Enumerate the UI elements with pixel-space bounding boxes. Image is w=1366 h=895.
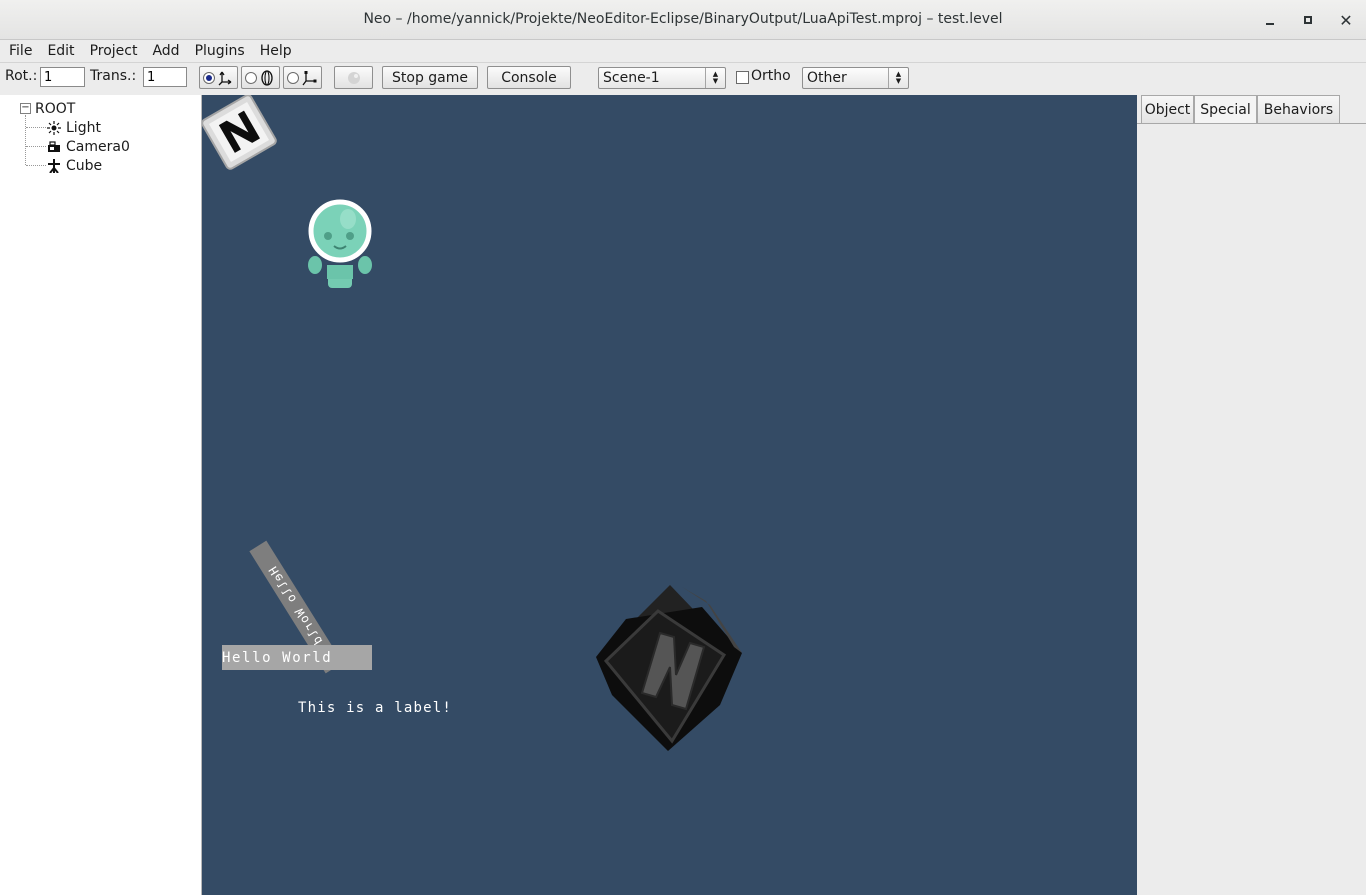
menu-add[interactable]: Add xyxy=(143,40,185,62)
rotate-radio[interactable] xyxy=(245,71,257,84)
scale-mode-toggle[interactable] xyxy=(283,66,322,89)
tree-item-cube[interactable]: Cube xyxy=(46,156,102,175)
rot-label: Rot.: xyxy=(5,68,38,84)
tab-object[interactable]: Object xyxy=(1141,95,1194,123)
cube-mesh xyxy=(596,585,742,751)
tree-connector xyxy=(26,127,46,128)
tree-item-label: Camera0 xyxy=(66,138,130,155)
close-icon: ✕ xyxy=(1339,10,1353,30)
entity-icon xyxy=(46,158,62,174)
neo-logo-sprite xyxy=(202,95,277,170)
3d-viewport[interactable]: Hello World Hello World This is a label! xyxy=(202,95,1137,895)
translate-mode-toggle[interactable] xyxy=(199,66,238,89)
minimize-icon xyxy=(1266,23,1274,25)
play-game-button[interactable] xyxy=(334,66,373,89)
game-icon xyxy=(347,71,360,84)
maximize-button[interactable] xyxy=(1296,8,1320,32)
scene-render xyxy=(202,95,742,751)
tree-item-label: Cube xyxy=(66,157,103,174)
translate-axes-icon xyxy=(218,71,232,85)
menu-help[interactable]: Help xyxy=(251,40,298,62)
light-icon xyxy=(46,120,62,136)
trans-input[interactable] xyxy=(143,67,187,87)
menu-edit[interactable]: Edit xyxy=(38,40,80,62)
properties-panel: Object Special Behaviors xyxy=(1137,95,1366,895)
ortho-label: Ortho xyxy=(751,68,791,84)
rotate-mode-toggle[interactable] xyxy=(241,66,280,89)
scene-select-value: Scene-1 xyxy=(603,70,660,86)
toolbar: Rot.: Trans.: Stop game Console Scene-1 … xyxy=(0,63,1366,95)
scale-axes-icon xyxy=(302,70,317,85)
tree-root-label: ROOT xyxy=(35,100,76,117)
tree-item-label: Light xyxy=(66,119,101,136)
window-title: Neo – /home/yannick/Projekte/NeoEditor-E… xyxy=(363,11,1003,27)
tree-root[interactable]: ROOT xyxy=(35,99,75,118)
tree-connector xyxy=(26,165,46,166)
view-select-value: Other xyxy=(807,70,847,86)
console-button[interactable]: Console xyxy=(487,66,571,89)
ortho-checkbox[interactable] xyxy=(736,71,749,84)
scene-tree[interactable] xyxy=(0,95,202,895)
menu-file[interactable]: File xyxy=(0,40,38,62)
camera-icon xyxy=(46,139,62,155)
stop-game-button[interactable]: Stop game xyxy=(382,66,478,89)
astronaut-sprite xyxy=(308,199,372,288)
trans-label: Trans.: xyxy=(90,68,137,84)
tree-item-camera0[interactable]: Camera0 xyxy=(46,137,130,156)
scene-select[interactable]: Scene-1 ▲ ▼ xyxy=(598,67,726,89)
maximize-icon xyxy=(1304,16,1312,24)
close-button[interactable]: ✕ xyxy=(1334,8,1358,32)
menu-plugins[interactable]: Plugins xyxy=(186,40,251,62)
tree-connector xyxy=(25,115,26,165)
translate-radio[interactable] xyxy=(203,71,215,84)
rotate-icon xyxy=(261,69,273,86)
tree-connector xyxy=(26,146,46,147)
collapse-toggle-icon[interactable]: − xyxy=(20,103,31,114)
tab-divider xyxy=(1137,123,1366,124)
tab-special[interactable]: Special xyxy=(1194,95,1257,123)
minimize-button[interactable] xyxy=(1258,8,1282,32)
rot-input[interactable] xyxy=(40,67,85,87)
menu-project[interactable]: Project xyxy=(81,40,144,62)
menu-bar: File Edit Project Add Plugins Help xyxy=(0,40,1366,63)
view-select[interactable]: Other ▲ ▼ xyxy=(802,67,909,89)
label-text: This is a label! xyxy=(298,700,453,716)
updown-arrows-icon: ▲ ▼ xyxy=(888,68,908,88)
scale-radio[interactable] xyxy=(287,71,299,84)
tree-item-light[interactable]: Light xyxy=(46,118,101,137)
title-bar: Neo – /home/yannick/Projekte/NeoEditor-E… xyxy=(0,0,1366,40)
updown-arrows-icon: ▲ ▼ xyxy=(705,68,725,88)
tab-behaviors[interactable]: Behaviors xyxy=(1257,95,1340,123)
